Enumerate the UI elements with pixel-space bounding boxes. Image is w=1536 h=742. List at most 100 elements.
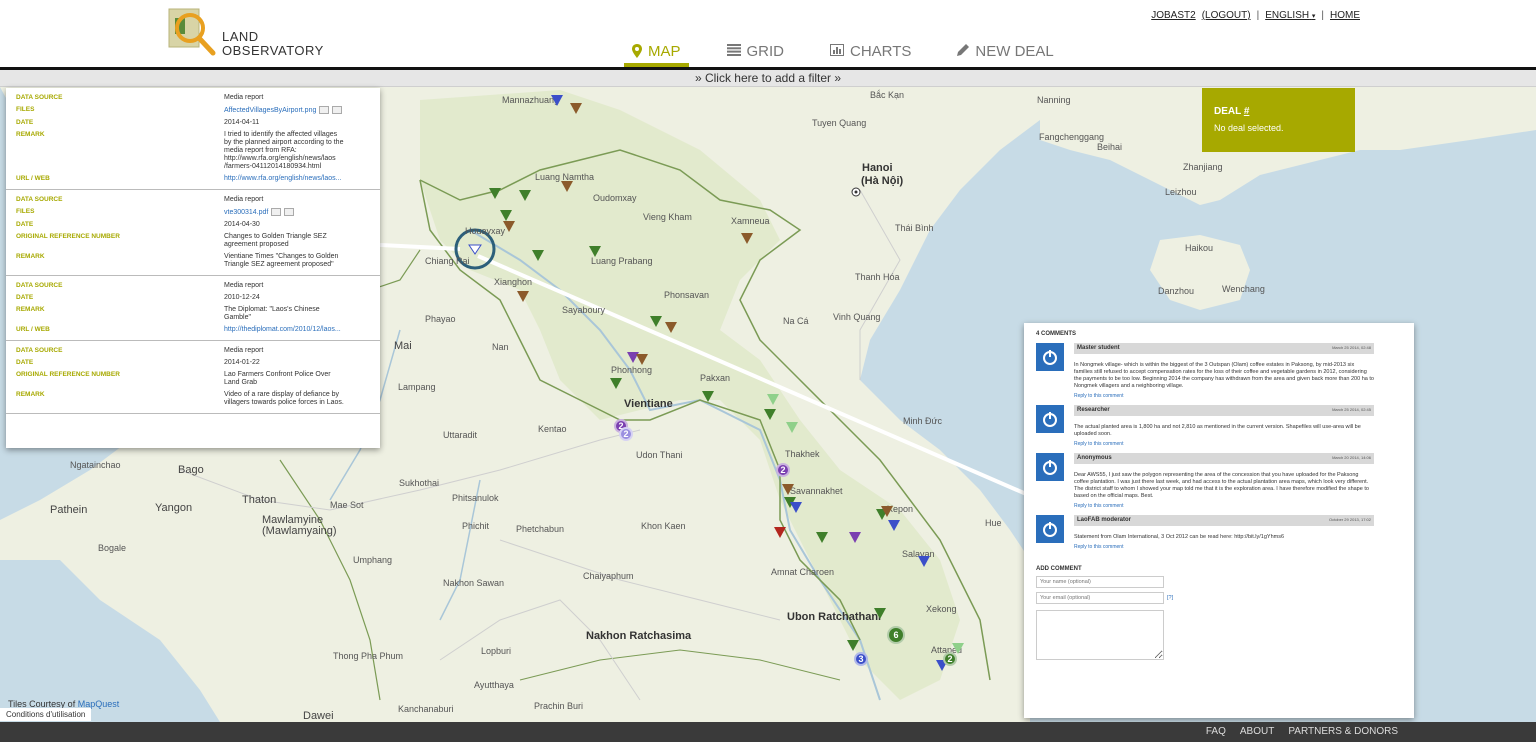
source-row-value: Media report (224, 196, 344, 204)
deal-marker[interactable] (589, 246, 601, 257)
tab-new-deal[interactable]: NEW DEAL (949, 36, 1061, 67)
deal-marker[interactable] (847, 640, 859, 651)
avatar (1036, 453, 1064, 481)
source-row-value: Vientiane Times "Changes to Golden Trian… (224, 253, 344, 269)
marker-cluster[interactable]: 3 (854, 652, 868, 666)
tab-charts[interactable]: CHARTS (822, 36, 919, 67)
deal-marker[interactable] (741, 233, 753, 244)
user-links: JOBAST2 (LOGOUT) | ENGLISH ▾ | HOME (1151, 10, 1360, 21)
source-row-label: DATE (16, 293, 34, 301)
map-place-label: Nakhon Sawan (443, 578, 505, 588)
map-place-label: Thong Pha Phum (333, 651, 404, 661)
comment-text-input[interactable] (1036, 610, 1164, 660)
map-place-label: Kanchanaburi (398, 704, 454, 714)
map-place-label: Phayao (425, 314, 456, 324)
download-file-icon[interactable] (284, 207, 295, 216)
comment-text: In Nongmek village- which is within the … (1074, 362, 1374, 389)
source-row-link[interactable]: http://thediplomat.com/2010/12/laos... (224, 326, 344, 334)
download-file-icon[interactable] (332, 106, 343, 114)
comment-date: March 20 2014, 14:06 (1332, 455, 1371, 460)
map-place-label: Hue (985, 518, 1002, 528)
deal-marker[interactable] (881, 506, 893, 517)
comment-name-input[interactable] (1036, 576, 1164, 588)
deal-marker[interactable] (767, 394, 779, 405)
deal-marker[interactable] (849, 532, 861, 543)
deal-marker[interactable] (816, 532, 828, 543)
deal-marker[interactable] (790, 502, 802, 513)
map-place-label: Wenchang (1222, 284, 1265, 294)
map-place-label: Tuyen Quang (812, 118, 867, 128)
deal-marker[interactable] (774, 527, 786, 538)
reply-link[interactable]: Reply to this comment (1074, 441, 1374, 447)
map-place-label: Bắc Kạn (870, 90, 905, 100)
add-filter-bar[interactable]: » Click here to add a filter » (0, 70, 1536, 87)
email-help-link[interactable]: [?] (1167, 595, 1173, 601)
deal-marker[interactable] (519, 190, 531, 201)
logo[interactable] (168, 8, 218, 58)
tab-grid[interactable]: GRID (719, 36, 793, 67)
language-dropdown[interactable]: ENGLISH ▾ (1265, 10, 1315, 21)
deal-marker[interactable] (503, 221, 515, 232)
map-place-label: (Hà Nội) (861, 175, 904, 187)
source-row-text: Media report (224, 281, 264, 289)
deal-marker[interactable] (888, 520, 900, 531)
home-link[interactable]: HOME (1330, 10, 1360, 21)
source-row: REMARK I tried to identify the affected v… (6, 129, 380, 173)
username-link[interactable]: JOBAST2 (1151, 10, 1195, 21)
marker-cluster[interactable]: 2 (619, 427, 633, 441)
deal-marker[interactable] (918, 556, 930, 567)
map-place-label: Ayutthaya (474, 680, 514, 690)
deal-marker[interactable] (636, 354, 648, 365)
marker-cluster[interactable]: 6 (887, 626, 905, 644)
view-file-icon[interactable] (319, 106, 330, 114)
deal-marker[interactable] (610, 378, 622, 389)
deal-marker[interactable] (665, 322, 677, 333)
marker-cluster[interactable]: 2 (943, 652, 957, 666)
marker-cluster[interactable]: 2 (776, 463, 790, 477)
comment-text: Dear AWS55, I just saw the polygon repre… (1074, 472, 1369, 499)
logout-link[interactable]: (LOGOUT) (1202, 10, 1251, 21)
partners-link[interactable]: PARTNERS & DONORS (1288, 726, 1398, 737)
source-row: ORIGINAL REFERENCE NUMBER Lao Farmers Con… (6, 369, 380, 389)
reply-link[interactable]: Reply to this comment (1074, 544, 1374, 550)
faq-link[interactable]: FAQ (1206, 726, 1226, 737)
comment-email-input[interactable] (1036, 592, 1164, 604)
deal-marker[interactable] (500, 210, 512, 221)
source-row-value: 2014-04-30 (224, 221, 344, 229)
deal-marker[interactable] (782, 484, 794, 495)
source-row-label: DATA SOURCE (16, 281, 63, 289)
deal-marker[interactable] (702, 391, 714, 402)
map-place-label: Leizhou (1165, 187, 1197, 197)
header: LAND OBSERVATORY JOBAST2 (LOGOUT) | ENGL… (0, 0, 1536, 67)
deal-marker[interactable] (561, 181, 573, 192)
deal-hash-link[interactable]: # (1244, 106, 1250, 117)
about-link[interactable]: ABOUT (1240, 726, 1274, 737)
deal-marker[interactable] (517, 291, 529, 302)
reply-link[interactable]: Reply to this comment (1074, 393, 1374, 399)
comment: Master student March 25 2014, 02:48 In N… (1036, 343, 1402, 399)
deal-marker[interactable] (650, 316, 662, 327)
deal-marker[interactable] (570, 103, 582, 114)
tab-map[interactable]: MAP (624, 36, 689, 67)
deal-marker[interactable] (532, 250, 544, 261)
deal-marker[interactable] (551, 95, 563, 106)
deal-marker[interactable] (874, 608, 886, 619)
map-place-label: Thakhek (785, 449, 820, 459)
view-file-icon[interactable] (271, 207, 282, 216)
reply-link[interactable]: Reply to this comment (1074, 503, 1374, 509)
map-place-label: Phitsanulok (452, 493, 499, 503)
comment: LaoFAB moderator October 29 2013, 17:02 … (1036, 515, 1402, 550)
deal-marker[interactable] (764, 409, 776, 420)
comment-header: Anonymous March 20 2014, 14:06 (1074, 453, 1374, 464)
map-place-label: Umphang (353, 555, 393, 565)
source-row-value: I tried to identify the affected village… (224, 131, 344, 171)
map-place-label: Vinh Quang (833, 312, 881, 322)
source-row-link[interactable]: vte300314.pdf (224, 207, 344, 217)
deal-marker[interactable] (786, 422, 798, 433)
conditions-link[interactable]: Conditions d'utilisation (0, 708, 92, 721)
source-row-link[interactable]: http://www.rfa.org/english/news/laos... (224, 175, 344, 183)
deal-marker[interactable] (489, 188, 501, 199)
source-row: FILES AffectedVillagesByAirport.png (6, 104, 380, 117)
source-row-link[interactable]: AffectedVillagesByAirport.png (224, 106, 344, 115)
source-row-label: DATA SOURCE (16, 195, 63, 203)
